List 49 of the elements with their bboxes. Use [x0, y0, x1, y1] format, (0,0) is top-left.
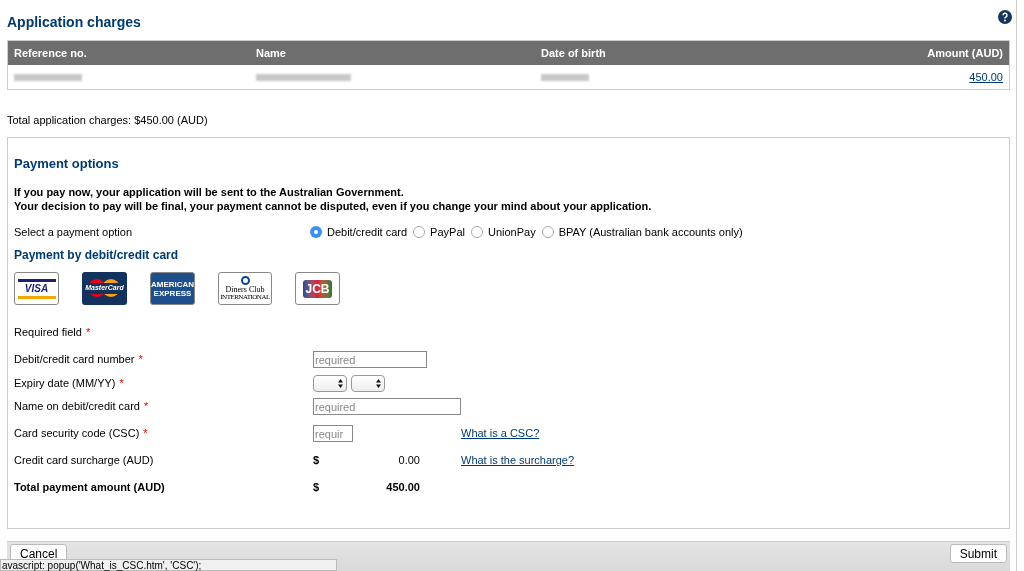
- required-asterisk: *: [138, 353, 143, 366]
- currency-symbol: $: [313, 453, 320, 469]
- field-label: Name on debit/credit card: [14, 400, 140, 413]
- total-charges-text: Total application charges: $450.00 (AUD): [7, 113, 209, 126]
- required-note: Required field: [14, 326, 82, 338]
- status-tooltip: avascript: popup('What_is_CSC.htm', 'CSC');: [0, 559, 337, 571]
- notice-text: If you pay now, your application will be sent to the Australian Government.: [14, 185, 405, 199]
- visa-card-logo: VISA: [14, 272, 59, 305]
- stepper-icon: [338, 378, 343, 388]
- payment-radio[interactable]: UnionPay: [470, 223, 536, 241]
- field-label: Debit/credit card number: [14, 353, 135, 366]
- amount-value: 450.00: [386, 480, 420, 496]
- column-header: Amount (AUD): [927, 45, 1003, 61]
- page-title: Application charges: [7, 13, 141, 32]
- field-label: Credit card surcharge (AUD): [14, 454, 154, 467]
- required-asterisk: *: [143, 400, 149, 413]
- dropdown-select[interactable]: [313, 374, 347, 392]
- required-asterisk: *: [85, 326, 91, 338]
- help-link[interactable]: What is a CSC?: [461, 425, 1003, 442]
- payment-radio[interactable]: PayPal: [413, 223, 465, 241]
- redacted-block: [14, 73, 82, 81]
- field-label: Total payment amount (AUD): [14, 481, 165, 494]
- payment-radio[interactable]: BPAY (Australian bank accounts only): [541, 223, 743, 241]
- payment-radio[interactable]: Debit/credit card: [310, 223, 408, 241]
- notice-text: Your decision to pay will be final, your payment cannot be disputed, even if you change your mind about your application.: [14, 199, 653, 213]
- amex-card-logo: AMERICAN EXPRESS: [150, 272, 195, 305]
- text-field[interactable]: required: [313, 351, 427, 368]
- required-asterisk: *: [143, 427, 148, 440]
- column-header: Name: [256, 45, 287, 61]
- subsection-title: Payment by debit/credit card: [14, 247, 180, 263]
- jcb-card-logo: JCB: [295, 272, 340, 305]
- help-icon[interactable]: [998, 9, 1012, 24]
- amount-value: 0.00: [398, 453, 420, 469]
- currency-symbol: $: [313, 480, 320, 496]
- required-asterisk: *: [119, 376, 124, 389]
- stepper-icon: [376, 378, 381, 388]
- redacted-block: [541, 73, 589, 81]
- text-field[interactable]: required: [313, 398, 461, 415]
- text-field[interactable]: requir: [313, 425, 353, 442]
- field-label: Card security code (CSC): [14, 427, 140, 440]
- amount-link[interactable]: 450.00: [969, 68, 1003, 86]
- field-label: Select a payment option: [14, 224, 134, 240]
- section-title: Payment options: [14, 155, 120, 173]
- dropdown-select[interactable]: [351, 374, 385, 392]
- field-label: Expiry date (MM/YY): [14, 376, 116, 389]
- column-header: Date of birth: [541, 45, 607, 61]
- column-header: Reference no.: [14, 45, 88, 61]
- help-link[interactable]: What is the surcharge?: [461, 452, 1003, 469]
- form-button[interactable]: Submit: [949, 544, 1007, 563]
